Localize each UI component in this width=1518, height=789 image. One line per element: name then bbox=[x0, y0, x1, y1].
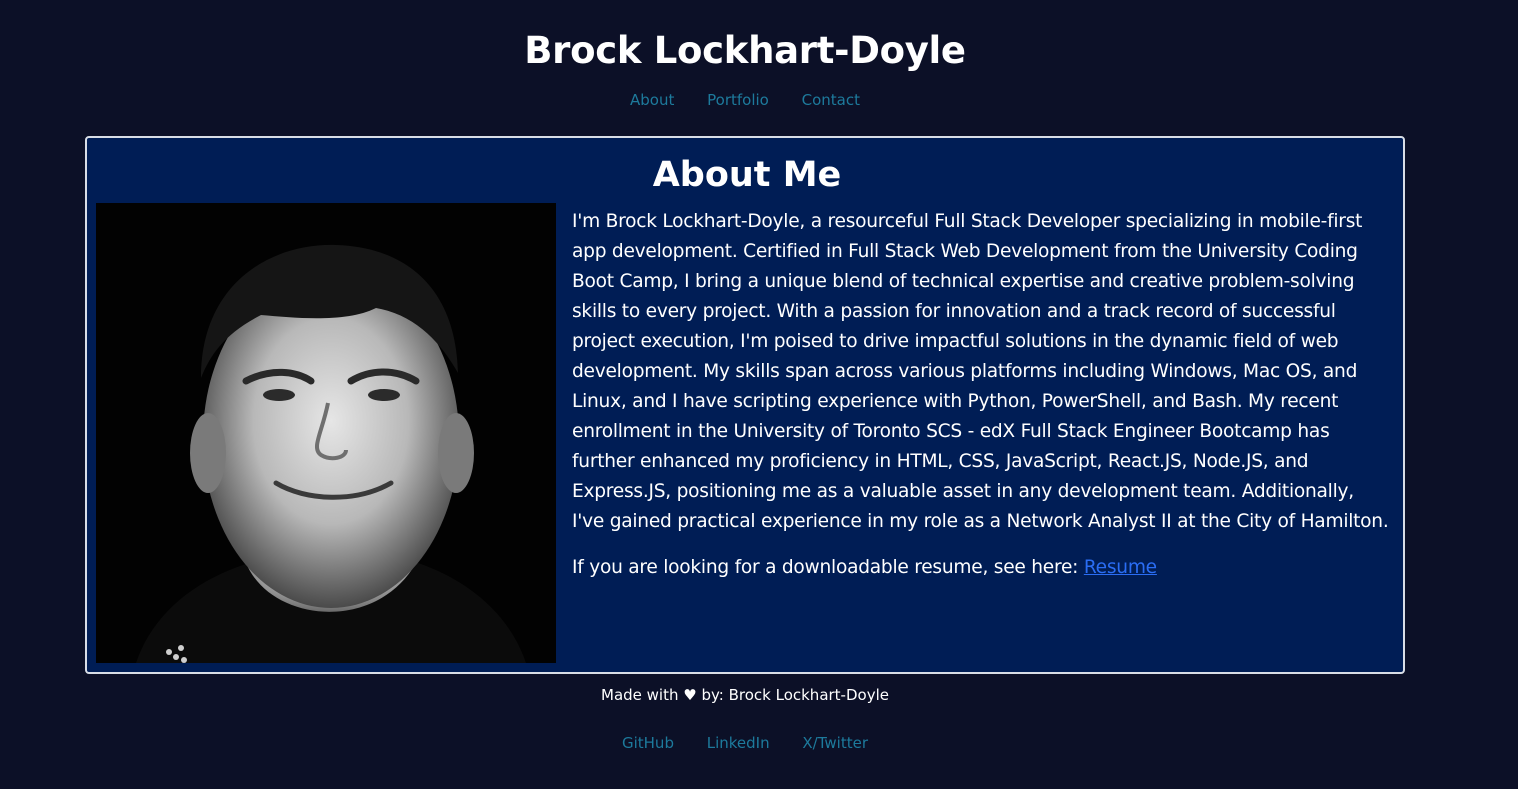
footer-link-linkedin[interactable]: LinkedIn bbox=[707, 734, 770, 752]
nav-link-contact[interactable]: Contact bbox=[802, 91, 860, 109]
about-heading: About Me bbox=[652, 155, 842, 195]
credit-prefix: Made with bbox=[601, 686, 684, 704]
resume-prefix: If you are looking for a downloadable re… bbox=[572, 557, 1084, 578]
heart-icon: ♥ bbox=[683, 686, 697, 704]
resume-link[interactable]: Resume bbox=[1084, 557, 1157, 578]
main-nav: About Portfolio Contact bbox=[0, 90, 1490, 110]
profile-photo bbox=[96, 203, 556, 663]
about-text: I'm Brock Lockhart-Doyle, a resourceful … bbox=[572, 207, 1390, 583]
resume-paragraph: If you are looking for a downloadable re… bbox=[572, 553, 1390, 583]
page: Brock Lockhart-Doyle About Portfolio Con… bbox=[0, 0, 1518, 789]
site-title: Brock Lockhart-Doyle bbox=[524, 29, 966, 72]
footer-link-twitter[interactable]: X/Twitter bbox=[802, 734, 868, 752]
footer-link-github[interactable]: GitHub bbox=[622, 734, 674, 752]
bio-paragraph: I'm Brock Lockhart-Doyle, a resourceful … bbox=[572, 211, 1389, 532]
footer-credit: Made with ♥ by: Brock Lockhart-Doyle bbox=[0, 685, 1490, 705]
nav-link-about[interactable]: About bbox=[630, 91, 674, 109]
about-section: About Me I'm Brock Lockhart-Doyle, a res… bbox=[85, 136, 1405, 674]
footer-links: GitHub LinkedIn X/Twitter bbox=[0, 733, 1490, 753]
credit-suffix: by: Brock Lockhart-Doyle bbox=[696, 686, 889, 704]
profile-photo-image bbox=[96, 203, 556, 663]
nav-link-portfolio[interactable]: Portfolio bbox=[707, 91, 769, 109]
